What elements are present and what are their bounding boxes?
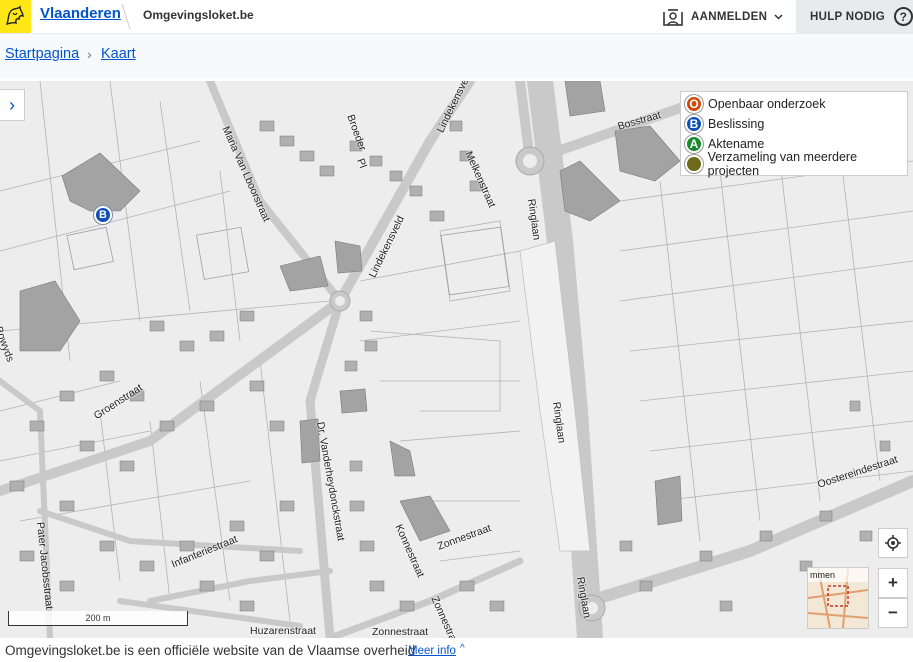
help-button[interactable]: HULP NODIG ? <box>796 0 913 33</box>
chevron-right-icon: › <box>9 94 15 115</box>
help-label: HULP NODIG <box>810 10 885 23</box>
breadcrumb-separator: › <box>87 46 92 62</box>
legend-item-verzameling[interactable]: Verzameling van meerdere projecten <box>681 150 907 178</box>
legend-dot <box>685 155 703 173</box>
chevron-up-icon[interactable]: ^ <box>460 643 465 654</box>
legend-dot: O <box>685 95 703 113</box>
legend-item-beslissing[interactable]: B Beslissing <box>681 114 907 134</box>
zoom-in-button[interactable]: + <box>878 568 908 598</box>
login-button[interactable]: AANMELDEN <box>662 0 783 33</box>
login-icon <box>662 6 684 26</box>
legend-label: Beslissing <box>708 117 765 131</box>
brand-link[interactable]: Vlaanderen <box>40 5 121 22</box>
legend-label: Openbaar onderzoek <box>708 97 826 111</box>
breadcrumb-current-link[interactable]: Kaart <box>101 46 136 62</box>
more-info-link[interactable]: Meer info <box>408 645 456 657</box>
overview-label: mmen <box>810 570 836 580</box>
footer: Omgevingsloket.be is een officiële websi… <box>0 639 913 662</box>
vlaanderen-logo[interactable] <box>0 0 31 33</box>
legend-label: Aktename <box>708 137 765 151</box>
legend-dot: A <box>685 135 703 153</box>
expand-panel-button[interactable]: › <box>0 89 25 121</box>
street-label: Huzarenstraat <box>250 625 316 637</box>
top-header: Vlaanderen Omgevingsloket.be AANMELDEN H… <box>0 0 913 34</box>
street-label: Zonnestraat <box>372 626 429 638</box>
breadcrumb-home-link[interactable]: Startpagina <box>5 46 79 62</box>
crosshair-icon <box>885 535 901 551</box>
map-legend: O Openbaar onderzoek B Beslissing A Akte… <box>680 91 908 178</box>
question-icon: ? <box>894 7 913 26</box>
site-name: Omgevingsloket.be <box>143 8 254 22</box>
map-marker-beslissing[interactable]: B <box>94 206 112 224</box>
footer-text: Omgevingsloket.be is een officiële websi… <box>5 643 416 658</box>
chevron-down-icon <box>774 13 783 20</box>
legend-label: Verzameling van meerdere projecten <box>707 150 858 178</box>
zoom-out-button[interactable]: − <box>878 598 908 628</box>
breadcrumb: Startpagina › Kaart <box>0 34 913 79</box>
scale-bar: 200 m <box>8 611 188 626</box>
legend-item-openbaar-onderzoek[interactable]: O Openbaar onderzoek <box>681 94 907 114</box>
legend-dot: B <box>685 115 703 133</box>
lion-icon <box>5 5 24 26</box>
overview-map[interactable]: mmen <box>807 567 869 629</box>
header-divider <box>121 3 131 30</box>
locate-button[interactable] <box>878 528 908 558</box>
login-label: AANMELDEN <box>691 10 768 23</box>
